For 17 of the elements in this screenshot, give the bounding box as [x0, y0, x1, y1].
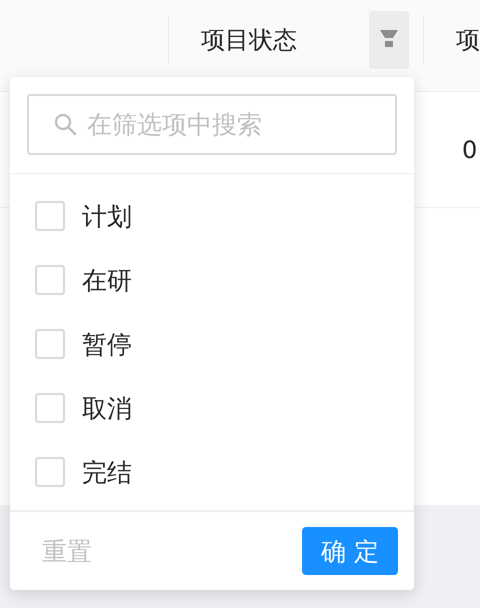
table-cell-text: 0 [462, 136, 478, 164]
checkbox[interactable] [35, 329, 65, 359]
checkbox[interactable] [35, 201, 65, 231]
search-field[interactable]: 在筛选项中搜索 [27, 94, 397, 155]
checkbox[interactable] [35, 457, 65, 487]
option-label[interactable]: 暂停 [82, 328, 132, 360]
filter-button[interactable] [369, 10, 410, 68]
option-label[interactable]: 完结 [82, 456, 132, 488]
checkbox[interactable] [35, 393, 65, 423]
column-header: 项 [456, 26, 480, 54]
search-icon [53, 112, 77, 136]
option-label[interactable]: 在研 [82, 264, 132, 296]
column-header: 项目状态 [200, 24, 297, 56]
checkbox[interactable] [35, 265, 65, 295]
filter-icon [380, 30, 398, 50]
option-label[interactable]: 取消 [82, 392, 132, 424]
option-label[interactable]: 计划 [82, 200, 132, 232]
